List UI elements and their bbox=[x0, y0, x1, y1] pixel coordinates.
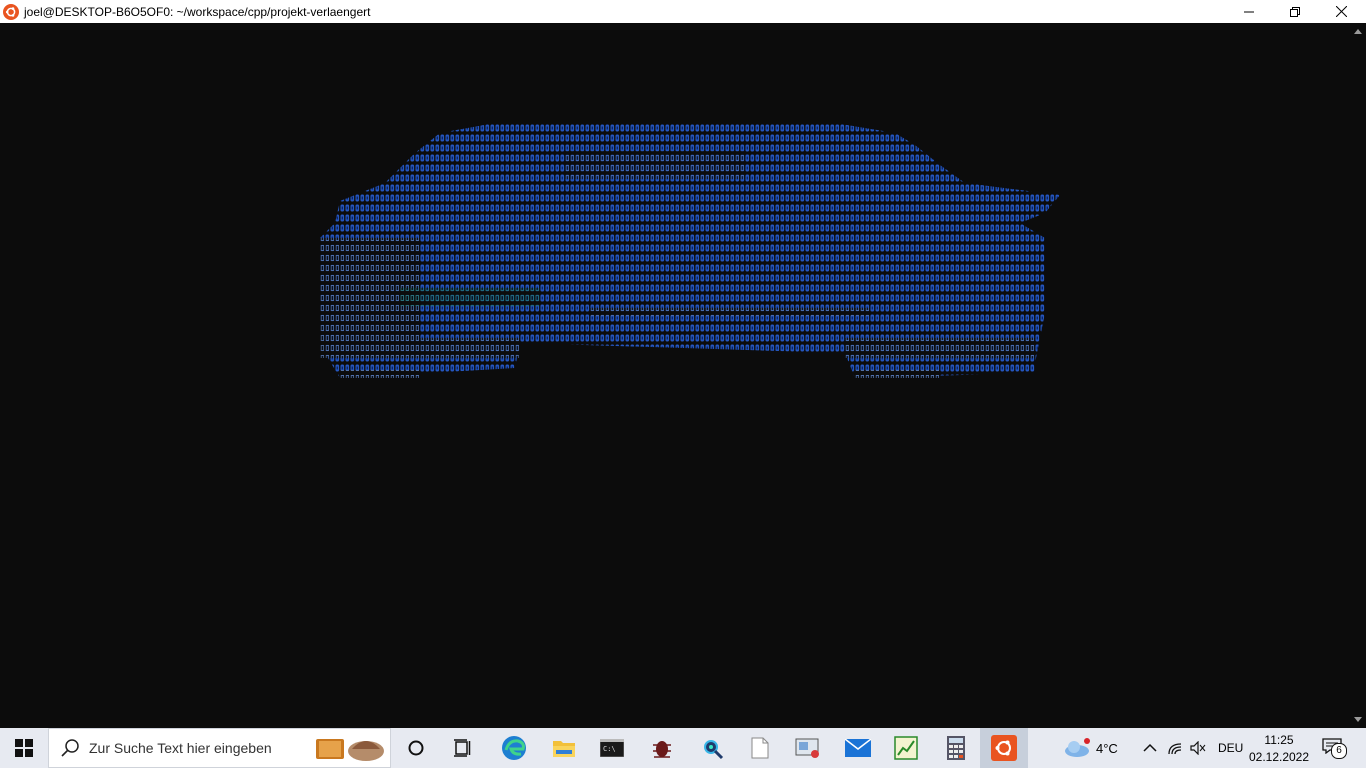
input-language[interactable]: DEU bbox=[1218, 728, 1243, 768]
notification-center-button[interactable]: 6 bbox=[1322, 728, 1347, 768]
windows-start-icon bbox=[15, 739, 33, 757]
search-box[interactable]: Zur Suche Text hier eingeben bbox=[48, 728, 391, 768]
chart-app-button[interactable] bbox=[882, 728, 930, 768]
terminal-output[interactable] bbox=[0, 23, 1350, 728]
close-icon bbox=[1335, 6, 1347, 17]
notification-count: 6 bbox=[1331, 743, 1347, 759]
tray-overflow-button[interactable] bbox=[1143, 728, 1157, 768]
ubuntu-button[interactable] bbox=[980, 728, 1028, 768]
cloud-icon bbox=[1065, 738, 1090, 757]
ascii-car-art bbox=[320, 123, 1060, 378]
weather-widget[interactable]: 4°C bbox=[1063, 728, 1118, 768]
clock-time: 11:25 bbox=[1264, 732, 1294, 747]
terminal-icon: C:\ bbox=[600, 739, 624, 757]
remote-desktop-icon bbox=[795, 738, 819, 758]
scroll-down-icon[interactable] bbox=[1354, 717, 1362, 722]
edge-icon bbox=[502, 736, 526, 760]
chart-app-icon bbox=[894, 736, 918, 760]
calculator-button[interactable] bbox=[932, 728, 980, 768]
restore-icon bbox=[1290, 6, 1300, 17]
calculator-icon bbox=[947, 736, 965, 760]
minimize-icon bbox=[1244, 11, 1254, 12]
svg-text:C:\: C:\ bbox=[603, 745, 616, 753]
document-button[interactable] bbox=[736, 728, 784, 768]
wifi-icon bbox=[1168, 743, 1182, 755]
search-icon bbox=[61, 739, 79, 757]
debugger-button[interactable] bbox=[638, 728, 686, 768]
chevron-up-icon bbox=[1143, 743, 1157, 752]
task-view-button[interactable] bbox=[441, 728, 485, 768]
notification-icon: 6 bbox=[1322, 738, 1347, 759]
network-status[interactable] bbox=[1168, 728, 1184, 768]
minimize-button[interactable] bbox=[1226, 0, 1272, 23]
close-button[interactable] bbox=[1318, 0, 1364, 23]
taskbar: Zur Suche Text hier eingeben C:\ 4°C DEU… bbox=[0, 728, 1366, 768]
task-view-icon bbox=[454, 739, 471, 757]
edge-button[interactable] bbox=[490, 728, 538, 768]
file-explorer-button[interactable] bbox=[540, 728, 588, 768]
mail-icon bbox=[845, 739, 871, 757]
clock-date: 02.12.2022 bbox=[1248, 749, 1310, 764]
bug-icon bbox=[653, 741, 671, 758]
window-title: joel@DESKTOP-B6O5OF0: ~/workspace/cpp/pr… bbox=[24, 4, 371, 19]
network-tool-icon bbox=[704, 740, 724, 760]
ubuntu-icon bbox=[3, 3, 19, 20]
start-button[interactable] bbox=[0, 728, 48, 768]
search-highlight-icon bbox=[316, 739, 384, 761]
cortana-button[interactable] bbox=[394, 728, 438, 768]
terminal-button[interactable]: C:\ bbox=[588, 728, 636, 768]
search-placeholder: Zur Suche Text hier eingeben bbox=[89, 740, 272, 756]
clock[interactable]: 11:25 02.12.2022 bbox=[1248, 728, 1310, 768]
mail-button[interactable] bbox=[834, 728, 882, 768]
weather-temperature: 4°C bbox=[1096, 740, 1118, 756]
file-explorer-icon bbox=[553, 741, 575, 757]
scrollbar[interactable] bbox=[1350, 23, 1366, 728]
remote-desktop-button[interactable] bbox=[784, 728, 832, 768]
document-icon bbox=[751, 737, 769, 759]
scroll-up-icon[interactable] bbox=[1354, 29, 1362, 34]
ubuntu-icon bbox=[991, 735, 1017, 761]
network-tool-button[interactable] bbox=[688, 728, 736, 768]
volume-muted-icon bbox=[1190, 741, 1206, 755]
volume-control[interactable] bbox=[1190, 728, 1206, 768]
cortana-icon bbox=[408, 740, 424, 756]
restore-button[interactable] bbox=[1272, 0, 1318, 23]
window-titlebar: joel@DESKTOP-B6O5OF0: ~/workspace/cpp/pr… bbox=[0, 0, 1366, 23]
